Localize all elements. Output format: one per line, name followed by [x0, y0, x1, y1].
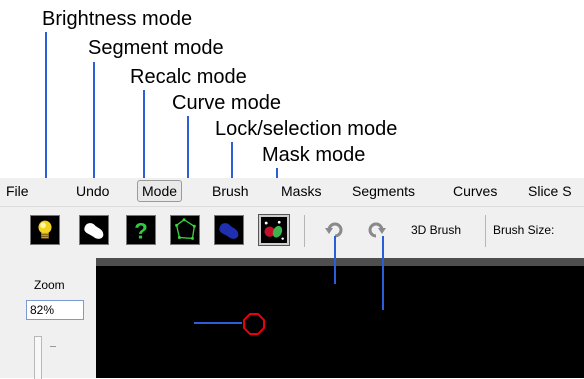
leader-undo — [334, 236, 336, 284]
menu-bar: File Undo Mode Brush Masks Segments Curv… — [0, 178, 584, 206]
leader-redo — [382, 236, 384, 310]
menu-file[interactable]: File — [6, 183, 29, 199]
callout-recalc-mode: Recalc mode — [130, 66, 247, 88]
svg-text:?: ? — [134, 218, 148, 243]
zoom-label: Zoom — [34, 278, 65, 292]
leader-brush — [194, 322, 242, 324]
segment-mode-button[interactable] — [79, 215, 109, 245]
toolbar-separator — [485, 215, 486, 247]
blue-blob-icon — [219, 223, 239, 239]
callout-undo: Undo — [290, 287, 338, 309]
menu-slice[interactable]: Slice S — [528, 183, 572, 199]
mask-icon — [264, 220, 284, 240]
menu-segments[interactable]: Segments — [352, 183, 415, 199]
recalc-mode-button[interactable]: ? — [126, 215, 156, 245]
curve-polygon-icon — [175, 218, 196, 240]
callout-redo: Redo — [338, 311, 386, 333]
mask-mode-button[interactable] — [258, 214, 290, 246]
menu-undo[interactable]: Undo — [76, 183, 109, 199]
callout-brush: Brush — [122, 312, 175, 334]
brush-cursor-icon — [243, 313, 265, 335]
canvas-top-strip — [96, 258, 584, 266]
callout-curve-mode: Curve mode — [172, 92, 281, 114]
callout-lock-selection-mode: Lock/selection mode — [215, 118, 398, 140]
question-mark-icon: ? — [134, 218, 148, 243]
left-panel: Zoom — [0, 258, 96, 379]
toolbar-separator — [304, 215, 305, 247]
brush-size-label: Brush Size: — [493, 223, 555, 237]
zoom-slider-track[interactable] — [34, 336, 42, 379]
white-blob-icon — [84, 223, 104, 239]
zoom-slider-tick — [50, 346, 56, 347]
menu-brush[interactable]: Brush — [212, 183, 249, 199]
menu-masks[interactable]: Masks — [281, 183, 321, 199]
redo-button[interactable] — [364, 218, 388, 242]
callout-mask-mode: Mask mode — [262, 144, 366, 166]
toolbar: ? 3D Brush Brush Size: — [0, 206, 584, 259]
zoom-input[interactable] — [26, 300, 84, 320]
callout-segment-mode: Segment mode — [88, 37, 224, 59]
lock-selection-mode-button[interactable] — [214, 215, 244, 245]
callout-brightness-mode: Brightness mode — [42, 8, 193, 30]
curve-mode-button[interactable] — [170, 215, 200, 245]
menu-mode[interactable]: Mode — [137, 180, 183, 202]
brightness-mode-button[interactable] — [30, 215, 60, 245]
brush-3d-label[interactable]: 3D Brush — [411, 223, 461, 237]
menu-curves[interactable]: Curves — [453, 183, 497, 199]
lightbulb-icon — [38, 220, 52, 239]
redo-arrow-icon — [368, 222, 386, 238]
